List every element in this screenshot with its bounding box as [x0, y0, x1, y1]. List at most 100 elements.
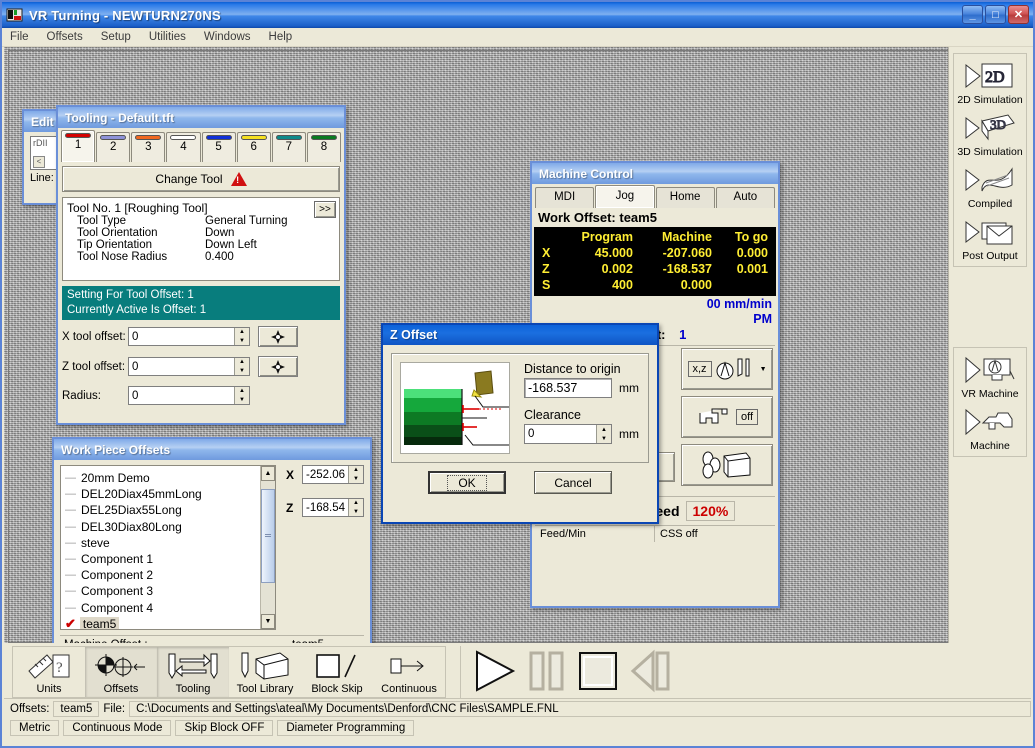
change-tool-button[interactable]: Change Tool [62, 166, 340, 192]
tool-info-expand-button[interactable]: >> [314, 201, 336, 218]
tool-tab-7[interactable]: 7 [272, 132, 306, 162]
z-tool-offset-input[interactable] [129, 358, 234, 375]
menu-item-windows[interactable]: Windows [204, 31, 251, 43]
toolbar-button-units[interactable]: ? Units [13, 647, 85, 697]
tool-library-button[interactable] [681, 444, 773, 486]
z-tool-offset-spinner[interactable]: ▲▼ [128, 357, 250, 376]
radius-input[interactable] [129, 387, 234, 404]
clearance-spinner[interactable]: ▲▼ [524, 424, 612, 444]
radius-arrows[interactable]: ▲▼ [234, 387, 249, 404]
scroll-thumb[interactable] [261, 489, 275, 583]
list-item[interactable]: —DEL20Diax45mmLong [61, 486, 275, 502]
x-tool-offset-input[interactable] [129, 328, 234, 345]
clearance-input[interactable] [525, 425, 596, 443]
sidebar-item-2d-simulation[interactable]: 2D 2D Simulation [954, 56, 1026, 108]
app-title-bar: VR Turning - NEWTURN270NS _ □ ✕ [2, 2, 1033, 28]
tool-tab-8[interactable]: 8 [307, 132, 341, 162]
xz-axis-icon: x,z [688, 361, 712, 377]
tab-jog[interactable]: Jog [595, 185, 654, 208]
maximize-button[interactable]: □ [985, 5, 1006, 24]
menu-item-help[interactable]: Help [269, 31, 293, 43]
x-offset-spinner[interactable]: ▲▼ [302, 465, 364, 484]
x-offset-arrows[interactable]: ▲▼ [348, 466, 363, 483]
toolbar-button-continuous[interactable]: Continuous [373, 647, 445, 697]
tool-tab-3[interactable]: 3 [131, 132, 165, 162]
z-offset-dialog[interactable]: Z Offset [381, 323, 659, 524]
menu-item-utilities[interactable]: Utilities [149, 31, 186, 43]
close-button[interactable]: ✕ [1008, 5, 1029, 24]
x-tool-offset-arrows[interactable]: ▲▼ [234, 328, 249, 345]
sidebar-item-compiled[interactable]: Compiled [954, 160, 1026, 212]
list-item[interactable]: —Component 4 [61, 600, 275, 616]
radius-spinner[interactable]: ▲▼ [128, 386, 250, 405]
scroll-track[interactable] [261, 481, 275, 614]
tree-dash-icon: — [65, 602, 76, 614]
cancel-button[interactable]: Cancel [534, 471, 612, 494]
chevron-down-icon[interactable]: ▼ [760, 366, 767, 373]
menu-item-file[interactable]: File [10, 31, 29, 43]
list-item[interactable]: —Component 2 [61, 567, 275, 583]
x-tool-offset-set-button[interactable] [258, 326, 298, 347]
tool-tab-2[interactable]: 2 [96, 132, 130, 162]
tab-home[interactable]: Home [656, 187, 715, 208]
play-button[interactable] [471, 648, 517, 697]
tool-tab-6[interactable]: 6 [237, 132, 271, 162]
sidebar-item-vr-machine[interactable]: VR Machine [954, 350, 1026, 402]
list-item-selected[interactable]: ✔team5 [61, 616, 275, 630]
z-tool-offset-arrows[interactable]: ▲▼ [234, 358, 249, 375]
z-offset-diagram [400, 362, 510, 454]
z-offset-arrows[interactable]: ▲▼ [348, 499, 363, 516]
scroll-down-icon[interactable]: ▼ [261, 614, 275, 629]
toolbar-button-block-skip[interactable]: Block Skip [301, 647, 373, 697]
list-item[interactable]: —DEL30Diax80Long [61, 519, 275, 535]
clearance-label: Clearance [524, 408, 640, 422]
tool-touch-icon [716, 356, 756, 382]
status-flag-diameter-programming: Diameter Programming [277, 720, 414, 736]
toolbar-button-tool-library[interactable]: Tool Library [229, 647, 301, 697]
scroll-up-icon[interactable]: ▲ [261, 466, 275, 481]
axis-select-button[interactable]: x,z ▼ [681, 348, 773, 390]
z-offset-input[interactable] [303, 499, 348, 516]
list-item[interactable]: —Component 1 [61, 551, 275, 567]
editor-prev-icon[interactable]: < [33, 156, 45, 168]
tool-tab-1[interactable]: 1 [61, 130, 95, 162]
dro-s-togo [716, 277, 772, 293]
clearance-arrows[interactable]: ▲▼ [596, 425, 611, 443]
z-tool-offset-set-button[interactable] [258, 356, 298, 377]
x-offset-input[interactable] [303, 466, 348, 483]
tool-tab-5[interactable]: 5 [202, 132, 236, 162]
post-output-icon [964, 215, 1016, 249]
menu-item-offsets[interactable]: Offsets [47, 31, 83, 43]
tool-tab-4[interactable]: 4 [166, 132, 200, 162]
tab-mdi[interactable]: MDI [535, 187, 594, 208]
sidebar-item-3d-simulation[interactable]: 3D 3D Simulation [954, 108, 1026, 160]
toolbar-button-tooling[interactable]: Tooling [157, 647, 229, 697]
sidebar-item-machine[interactable]: Machine [954, 402, 1026, 454]
list-scrollbar[interactable]: ▲ ▼ [260, 466, 275, 629]
menu-item-setup[interactable]: Setup [101, 31, 131, 43]
stop-button[interactable] [575, 648, 621, 697]
minimize-button[interactable]: _ [962, 5, 983, 24]
list-item[interactable]: —DEL25Diax55Long [61, 502, 275, 518]
work-offset-list[interactable]: —20mm Demo —DEL20Diax45mmLong —DEL25Diax… [60, 465, 276, 630]
list-item[interactable]: —Component 3 [61, 583, 275, 599]
z-offset-spinner[interactable]: ▲▼ [302, 498, 364, 517]
speed-override-value[interactable]: 120% [686, 501, 736, 521]
x-tool-offset-spinner[interactable]: ▲▼ [128, 327, 250, 346]
tab-auto[interactable]: Auto [716, 187, 775, 208]
toolbar-button-offsets[interactable]: Offsets [85, 647, 157, 697]
distance-to-origin-input[interactable]: -168.537 [524, 378, 612, 398]
setting-for-tool-offset: Setting For Tool Offset: 1 [67, 288, 335, 303]
tool-library-icon [700, 450, 754, 480]
ok-button[interactable]: OK [428, 471, 506, 494]
tree-dash-icon: — [65, 585, 76, 597]
work-piece-offsets-window[interactable]: Work Piece Offsets —20mm Demo —DEL20Diax… [52, 437, 372, 643]
coolant-button[interactable]: off [681, 396, 773, 438]
toolbar-label-offsets: Offsets [104, 683, 139, 695]
tool-info-row: Tool OrientationDown [67, 227, 335, 239]
list-item[interactable]: —steve [61, 535, 275, 551]
list-item[interactable]: —20mm Demo [61, 470, 275, 486]
sidebar-item-post-output[interactable]: Post Output [954, 212, 1026, 264]
tooling-window[interactable]: Tooling - Default.tft 1 2 3 4 5 [56, 105, 346, 425]
list-item-label: DEL20Diax45mmLong [81, 487, 202, 501]
